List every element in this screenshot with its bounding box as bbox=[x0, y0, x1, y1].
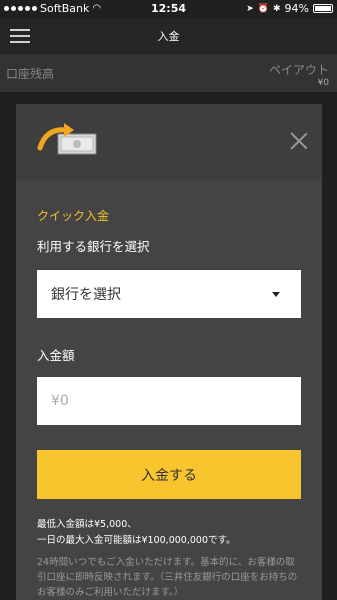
money-transfer-icon bbox=[36, 122, 106, 162]
bank-select[interactable]: 銀行を選択 bbox=[37, 270, 301, 318]
status-bar: SoftBank ◠ 12:54 ➤ ⏰ ✱ 94% bbox=[0, 0, 337, 18]
alarm-icon: ⏰ bbox=[257, 3, 269, 14]
note-line-2: 一日の最大入金可能額は¥100,000,000です。 bbox=[37, 535, 236, 546]
bank-select-label: 利用する銀行を選択 bbox=[37, 239, 150, 254]
location-icon: ➤ bbox=[246, 3, 254, 14]
payout-label: ペイアウト bbox=[268, 63, 329, 77]
amount-label: 入金額 bbox=[37, 348, 75, 363]
section-title: クイック入金 bbox=[37, 209, 110, 223]
modal-header bbox=[16, 104, 322, 180]
close-icon[interactable] bbox=[288, 130, 310, 152]
payout-value: ¥0 bbox=[317, 78, 329, 88]
page-title: 入金 bbox=[157, 30, 180, 43]
top-bar: 入金 bbox=[0, 18, 337, 54]
battery-percent: 94% bbox=[284, 2, 309, 15]
deposit-info-note: 24時間いつでもご入金いただけます。基本的に、お客様の取引口座に即時反映されます… bbox=[37, 557, 298, 598]
deposit-modal: クイック入金 利用する銀行を選択 銀行を選択 入金額 入金する 最低入金額は¥5… bbox=[16, 104, 322, 600]
dropdown-caret-icon bbox=[272, 292, 280, 297]
balance-bar: 口座残高 ペイアウト ¥0 bbox=[0, 54, 337, 92]
bluetooth-icon: ✱ bbox=[273, 3, 281, 14]
battery-icon bbox=[313, 4, 333, 13]
amount-input[interactable] bbox=[37, 377, 301, 425]
deposit-button[interactable]: 入金する bbox=[37, 450, 301, 499]
account-balance-label: 口座残高 bbox=[6, 67, 55, 81]
note-line-1: 最低入金額は¥5,000、 bbox=[37, 519, 137, 530]
deposit-limits-note: 最低入金額は¥5,000、 一日の最大入金可能額は¥100,000,000です。 bbox=[37, 517, 301, 549]
bank-select-value: 銀行を選択 bbox=[51, 287, 121, 303]
